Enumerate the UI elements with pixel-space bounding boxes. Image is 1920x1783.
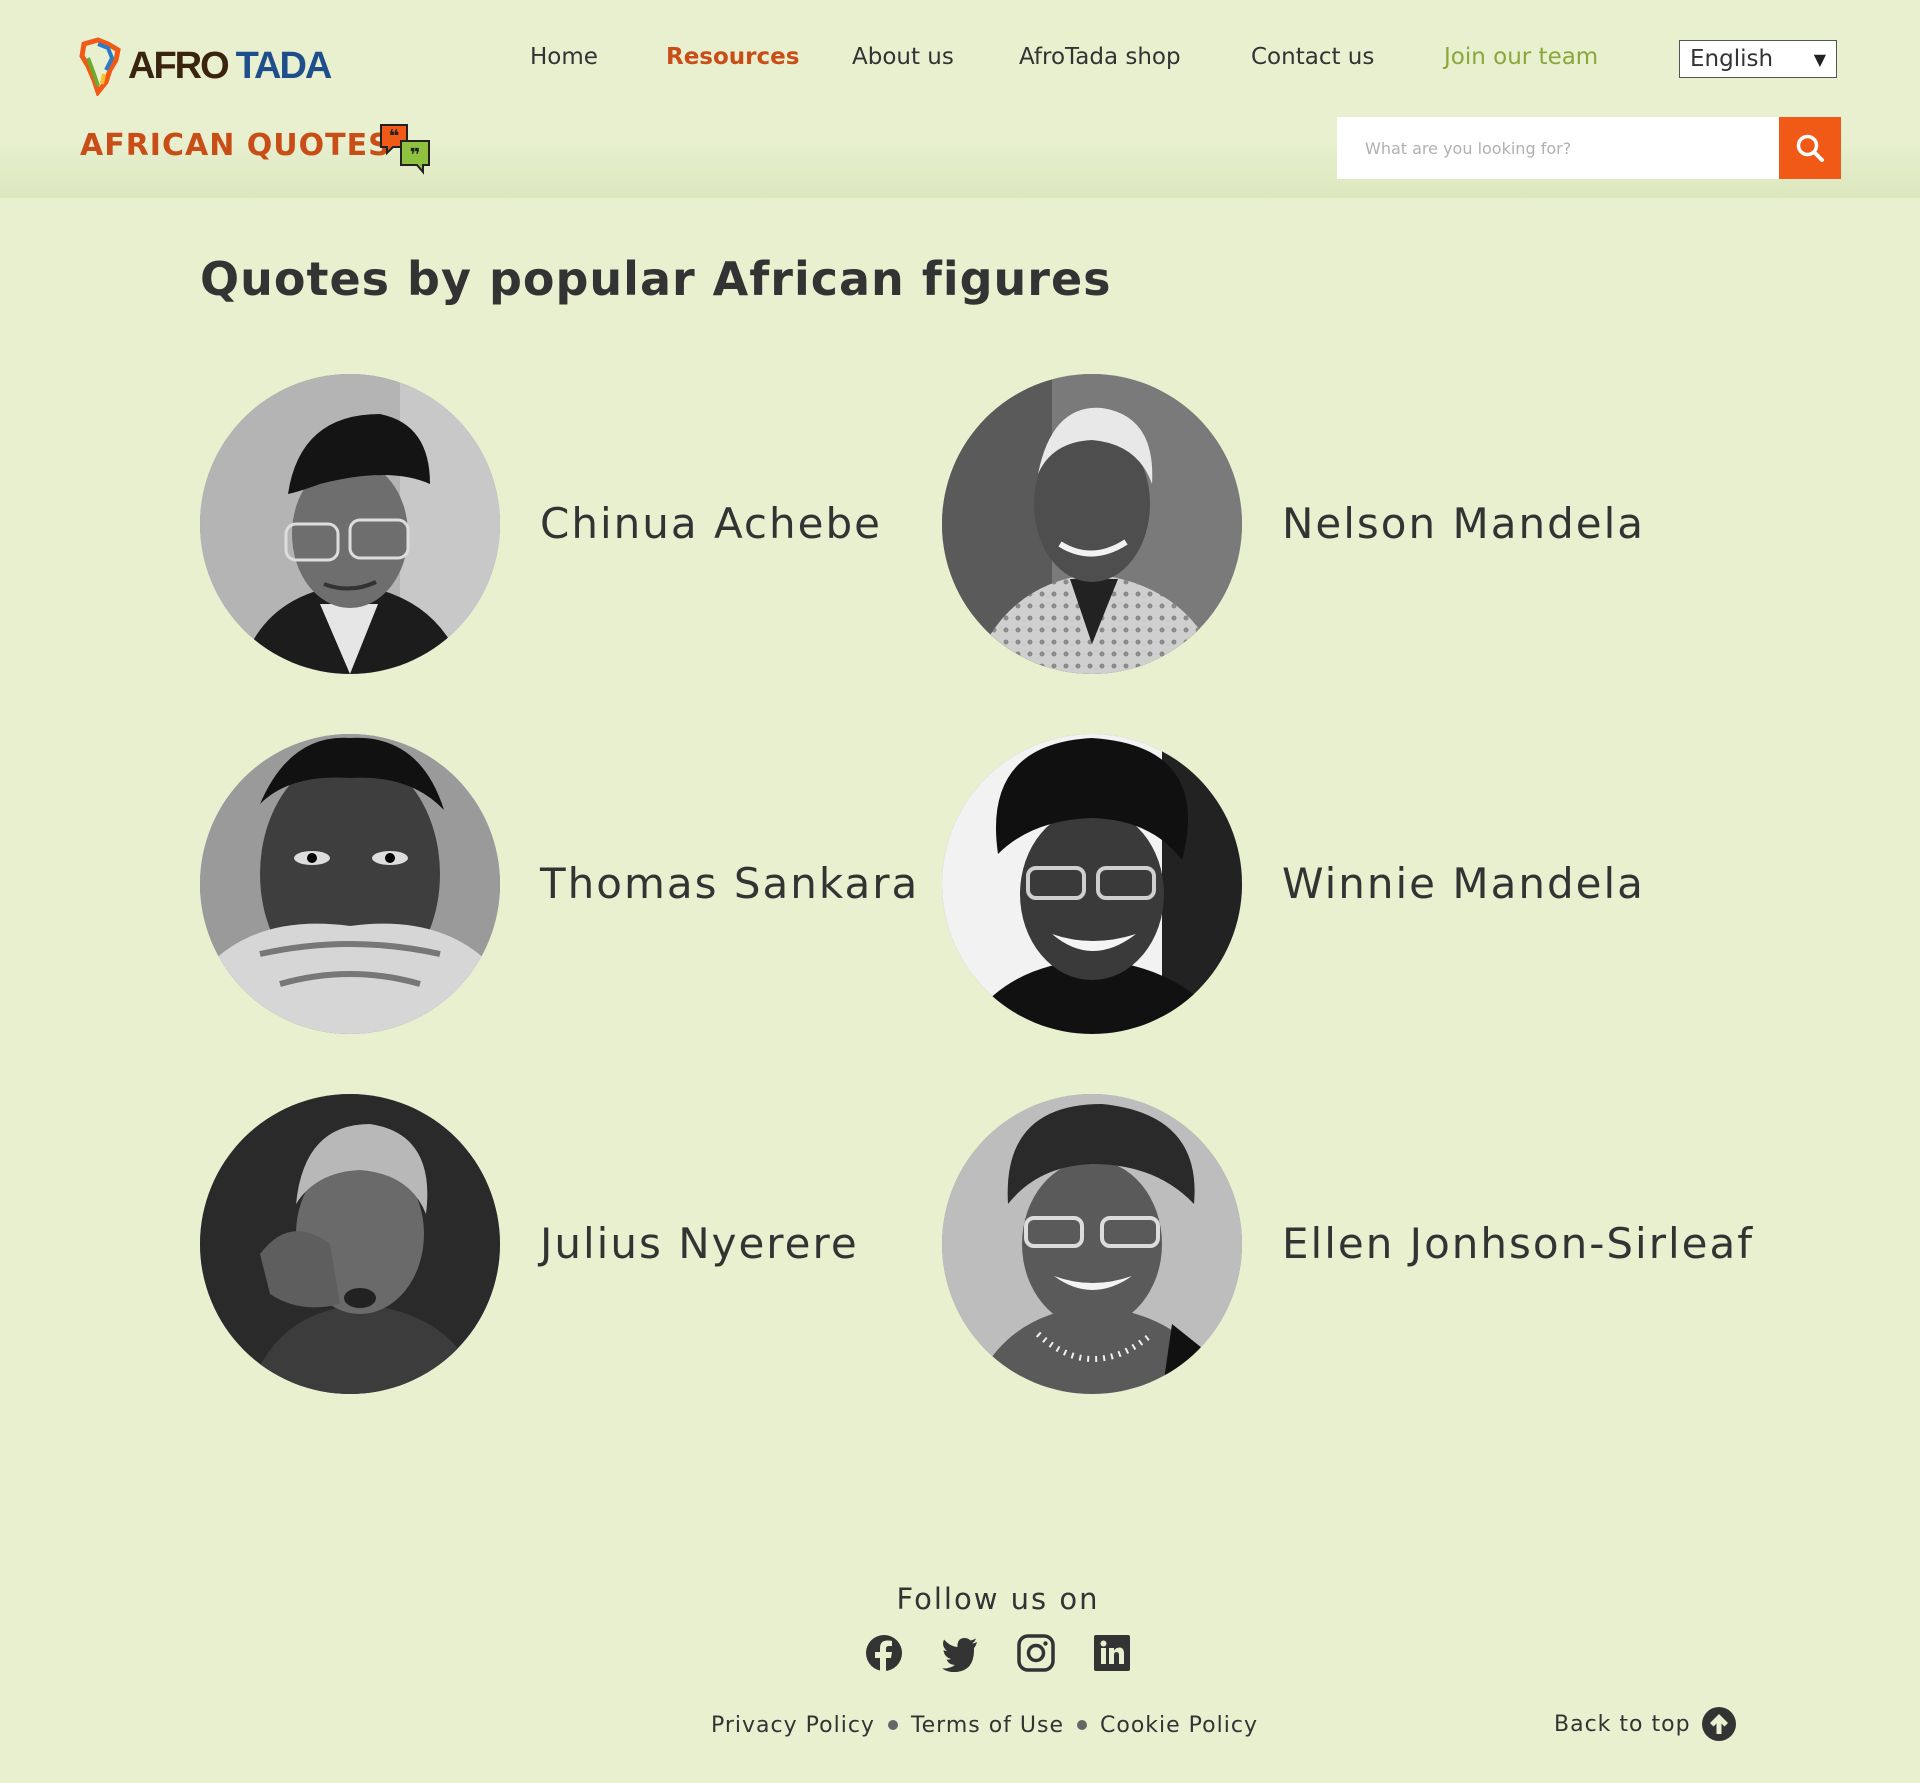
terms-of-use-link[interactable]: Terms of Use [911, 1713, 1064, 1738]
figure-name: Winnie Mandela [1282, 859, 1645, 908]
nav-afrotada-shop[interactable]: AfroTada shop [1019, 44, 1181, 70]
search-icon [1796, 134, 1824, 162]
cookie-policy-link[interactable]: Cookie Policy [1100, 1713, 1258, 1738]
back-to-top-label: Back to top [1554, 1711, 1691, 1737]
instagram-icon[interactable] [1017, 1634, 1055, 1672]
search-button[interactable] [1779, 117, 1841, 179]
portrait-thomas-sankara [200, 734, 500, 1034]
language-value: English [1690, 46, 1774, 72]
figure-name: Nelson Mandela [1282, 499, 1645, 548]
nav-about-us[interactable]: About us [852, 44, 954, 70]
linkedin-icon[interactable] [1093, 1634, 1131, 1672]
search-input[interactable] [1337, 117, 1779, 179]
afrotada-logo[interactable]: AFRO TADA [78, 36, 333, 96]
quote-bubbles-icon: ❝ ❞ [380, 124, 430, 175]
twitter-icon[interactable] [941, 1634, 979, 1672]
page-title: Quotes by popular African figures [200, 252, 1112, 306]
footer-links: Privacy Policy Terms of Use Cookie Polic… [711, 1710, 1258, 1740]
arrow-up-circle-icon [1701, 1707, 1736, 1741]
figure-card-winnie-mandela[interactable]: Winnie Mandela [942, 734, 1682, 1034]
figure-card-thomas-sankara[interactable]: Thomas Sankara [200, 734, 940, 1034]
nav-home[interactable]: Home [530, 44, 598, 70]
figure-card-nelson-mandela[interactable]: Nelson Mandela [942, 374, 1682, 674]
language-select[interactable]: English ▼ [1679, 40, 1837, 78]
nav-join-our-team[interactable]: Join our team [1444, 44, 1598, 70]
nav-resources[interactable]: Resources [666, 44, 799, 70]
logo-afro-text: AFRO [128, 44, 230, 87]
figure-name: Thomas Sankara [540, 859, 920, 908]
follow-us-title: Follow us on [896, 1582, 1100, 1616]
portrait-chinua-achebe [200, 374, 500, 674]
separator-dot [1077, 1720, 1088, 1730]
back-to-top-button[interactable]: Back to top [1554, 1706, 1737, 1742]
section-title: AFRICAN QUOTES [80, 128, 391, 163]
nav-contact-us[interactable]: Contact us [1251, 44, 1374, 70]
privacy-policy-link[interactable]: Privacy Policy [711, 1713, 875, 1738]
figure-card-julius-nyerere[interactable]: Julius Nyerere [200, 1094, 940, 1394]
facebook-icon[interactable] [865, 1634, 903, 1672]
portrait-winnie-mandela [942, 734, 1242, 1034]
chevron-down-icon: ▼ [1813, 49, 1826, 69]
site-header: AFRO TADA Home Resources About us AfroTad… [0, 0, 1920, 198]
logo-tada-text: TADA [235, 44, 333, 87]
svg-text:❞: ❞ [410, 145, 421, 166]
figure-name: Ellen Jonhson-Sirleaf [1282, 1219, 1754, 1268]
portrait-ellen-johnson-sirleaf [942, 1094, 1242, 1394]
figure-name: Chinua Achebe [540, 499, 882, 548]
figure-name: Julius Nyerere [540, 1219, 859, 1268]
svg-text:❝: ❝ [389, 126, 400, 147]
figure-card-ellen-johnson-sirleaf[interactable]: Ellen Jonhson-Sirleaf [942, 1094, 1752, 1394]
portrait-nelson-mandela [942, 374, 1242, 674]
portrait-julius-nyerere [200, 1094, 500, 1394]
separator-dot [887, 1720, 898, 1730]
figure-card-chinua-achebe[interactable]: Chinua Achebe [200, 374, 940, 674]
africa-map-icon [79, 37, 121, 96]
